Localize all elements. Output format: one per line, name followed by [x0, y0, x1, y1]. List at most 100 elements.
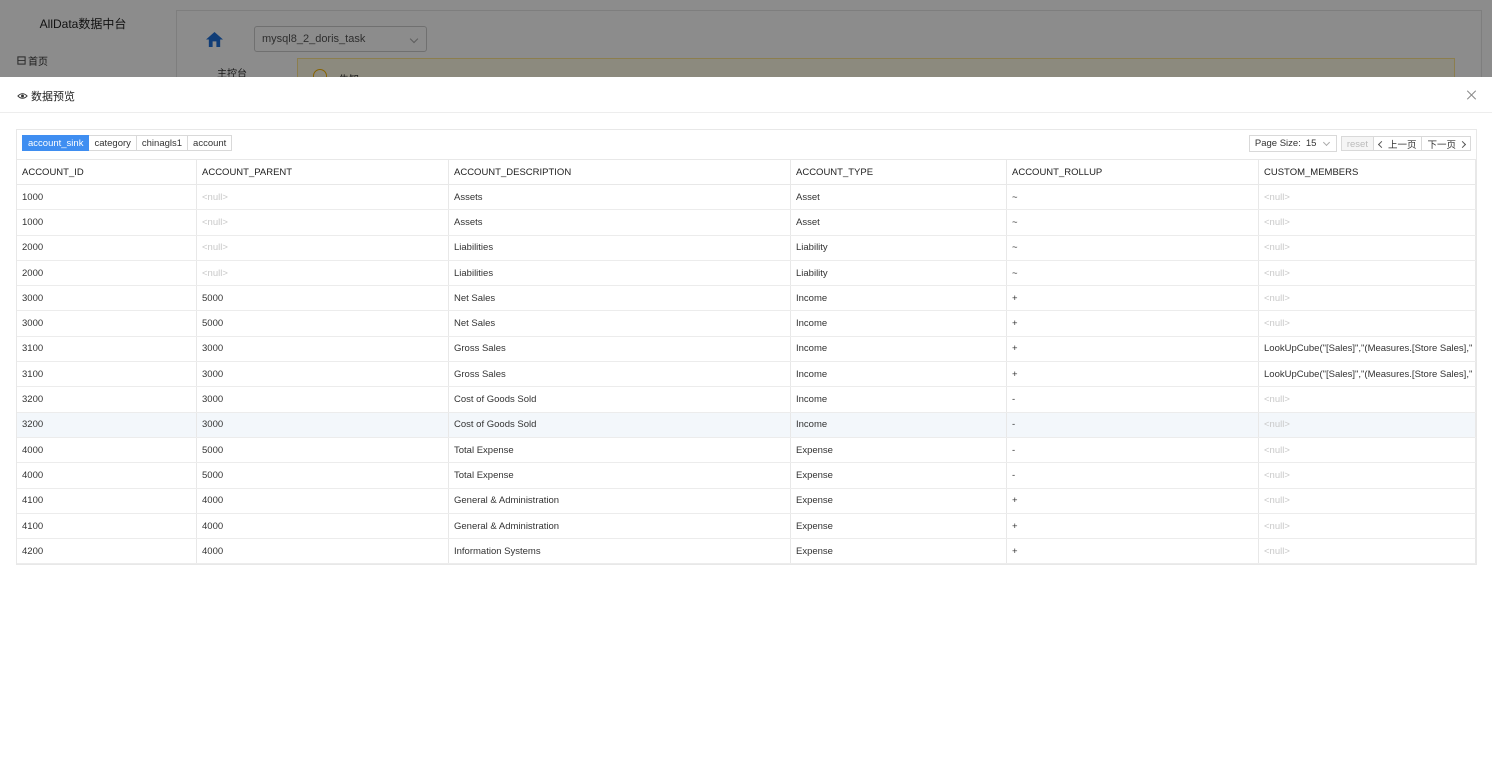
table-cell[interactable]: Income [791, 387, 1007, 412]
reset-button[interactable]: reset [1340, 136, 1374, 151]
table-cell[interactable]: <null> [1259, 513, 1476, 539]
table-cell[interactable]: Expense [791, 539, 1007, 564]
prev-page-button[interactable]: 上一页 [1372, 136, 1423, 151]
table-row[interactable]: 3200 3000 Cost of Goods Sold Income - <null> [17, 387, 1476, 413]
table-cell[interactable]: Asset [791, 185, 1007, 210]
table-cell[interactable]: Income [791, 311, 1007, 336]
table-cell[interactable]: Income [791, 362, 1007, 387]
table-cell[interactable]: 1000 [17, 185, 197, 210]
table-cell[interactable]: - [1007, 412, 1259, 437]
table-cell[interactable]: Liability [791, 260, 1007, 286]
table-cell[interactable]: + [1007, 513, 1259, 539]
table-cell[interactable]: 5000 [197, 311, 449, 336]
table-cell[interactable]: - [1007, 463, 1259, 488]
column-header[interactable]: ACCOUNT_ROLLUP [1007, 160, 1259, 184]
table-cell[interactable]: <null> [197, 210, 449, 235]
table-cell[interactable]: Expense [791, 488, 1007, 513]
table-cell[interactable]: 3100 [17, 336, 197, 362]
table-row[interactable]: 1000 <null> Assets Asset ~ <null> [17, 185, 1476, 211]
table-cell[interactable]: <null> [1259, 286, 1476, 311]
table-cell[interactable]: <null> [1259, 539, 1476, 564]
table-cell[interactable]: + [1007, 539, 1259, 564]
table-cell[interactable]: <null> [1259, 260, 1476, 286]
table-cell[interactable]: 4100 [17, 488, 197, 513]
table-cell[interactable]: 3100 [17, 362, 197, 387]
table-cell[interactable]: <null> [1259, 387, 1476, 412]
table-cell[interactable]: Gross Sales [449, 362, 791, 387]
column-header[interactable]: ACCOUNT_DESCRIPTION [449, 160, 791, 184]
table-cell[interactable]: Net Sales [449, 286, 791, 311]
table-cell[interactable]: + [1007, 488, 1259, 513]
table-cell[interactable]: 4000 [17, 463, 197, 488]
table-cell[interactable]: 4000 [17, 437, 197, 463]
table-cell[interactable]: 3000 [197, 387, 449, 412]
table-cell[interactable]: <null> [1259, 463, 1476, 488]
table-cell[interactable]: 5000 [197, 437, 449, 463]
table-row[interactable]: 4000 5000 Total Expense Expense - <null> [17, 463, 1476, 489]
table-row[interactable]: 3200 3000 Cost of Goods Sold Income - <null> [17, 412, 1476, 438]
table-cell[interactable]: Total Expense [449, 437, 791, 463]
table-cell[interactable]: 2000 [17, 235, 197, 260]
table-row[interactable]: 2000 <null> Liabilities Liability ~ <null> [17, 235, 1476, 261]
table-cell[interactable]: Income [791, 412, 1007, 437]
table-cell[interactable]: 3000 [17, 286, 197, 311]
column-header[interactable]: ACCOUNT_PARENT [197, 160, 449, 184]
table-cell[interactable]: + [1007, 311, 1259, 336]
table-cell[interactable]: LookUpCube("[Sales]","(Measures.[Store S… [1259, 336, 1476, 362]
table-cell[interactable]: 3000 [17, 311, 197, 336]
table-cell[interactable]: Liability [791, 235, 1007, 260]
table-cell[interactable]: Assets [449, 210, 791, 235]
table-cell[interactable]: <null> [1259, 311, 1476, 336]
table-cell[interactable]: Cost of Goods Sold [449, 387, 791, 412]
table-cell[interactable]: + [1007, 286, 1259, 311]
table-row[interactable]: 2000 <null> Liabilities Liability ~ <null> [17, 260, 1476, 287]
column-header[interactable]: ACCOUNT_ID [17, 160, 197, 184]
table-row[interactable]: 4200 4000 Information Systems Expense + <null… [17, 539, 1476, 565]
table-cell[interactable]: Gross Sales [449, 336, 791, 362]
table-cell[interactable]: Expense [791, 437, 1007, 463]
table-cell[interactable]: 4000 [197, 513, 449, 539]
table-row[interactable]: 3000 5000 Net Sales Income + <null> [17, 286, 1476, 312]
table-cell[interactable]: Asset [791, 210, 1007, 235]
table-row[interactable]: 4100 4000 General & Administration Expense +… [17, 513, 1476, 540]
table-cell[interactable]: Liabilities [449, 260, 791, 286]
table-cell[interactable]: - [1007, 387, 1259, 412]
next-page-button[interactable]: 下一页 [1421, 136, 1471, 151]
table-cell[interactable]: + [1007, 336, 1259, 362]
table-cell[interactable]: ~ [1007, 185, 1259, 210]
table-cell[interactable]: Income [791, 286, 1007, 311]
table-cell[interactable]: 3000 [197, 412, 449, 437]
tab-chinagls1[interactable]: chinagls1 [135, 135, 189, 151]
modal-overlay[interactable] [0, 0, 1492, 77]
table-cell[interactable]: 1000 [17, 210, 197, 235]
table-cell[interactable]: ~ [1007, 210, 1259, 235]
table-cell[interactable]: 3000 [197, 336, 449, 362]
table-cell[interactable]: 4100 [17, 513, 197, 539]
table-cell[interactable]: <null> [1259, 488, 1476, 513]
table-cell[interactable]: Net Sales [449, 311, 791, 336]
table-cell[interactable]: LookUpCube("[Sales]","(Measures.[Store S… [1259, 362, 1476, 387]
table-cell[interactable]: General & Administration [449, 488, 791, 513]
tab-account-sink[interactable]: account_sink [22, 135, 90, 151]
table-cell[interactable]: Information Systems [449, 539, 791, 564]
table-cell[interactable]: <null> [197, 185, 449, 210]
table-cell[interactable]: General & Administration [449, 513, 791, 539]
table-row[interactable]: 3100 3000 Gross Sales Income + LookUpCube("[S… [17, 362, 1476, 388]
table-row[interactable]: 4000 5000 Total Expense Expense - <null> [17, 437, 1476, 464]
table-cell[interactable]: 4000 [197, 488, 449, 513]
table-cell[interactable]: <null> [1259, 210, 1476, 235]
table-cell[interactable]: <null> [1259, 412, 1476, 437]
table-cell[interactable]: <null> [1259, 235, 1476, 260]
table-cell[interactable]: Assets [449, 185, 791, 210]
table-row[interactable]: 3000 5000 Net Sales Income + <null> [17, 311, 1476, 337]
table-cell[interactable]: 2000 [17, 260, 197, 286]
table-cell[interactable]: <null> [1259, 437, 1476, 463]
close-icon[interactable] [1466, 89, 1478, 101]
table-cell[interactable]: 3200 [17, 387, 197, 412]
table-cell[interactable]: Liabilities [449, 235, 791, 260]
table-cell[interactable]: 3200 [17, 412, 197, 437]
tab-category[interactable]: category [88, 135, 137, 151]
table-cell[interactable]: 5000 [197, 463, 449, 488]
tab-account[interactable]: account [187, 135, 233, 151]
table-cell[interactable]: Income [791, 336, 1007, 362]
